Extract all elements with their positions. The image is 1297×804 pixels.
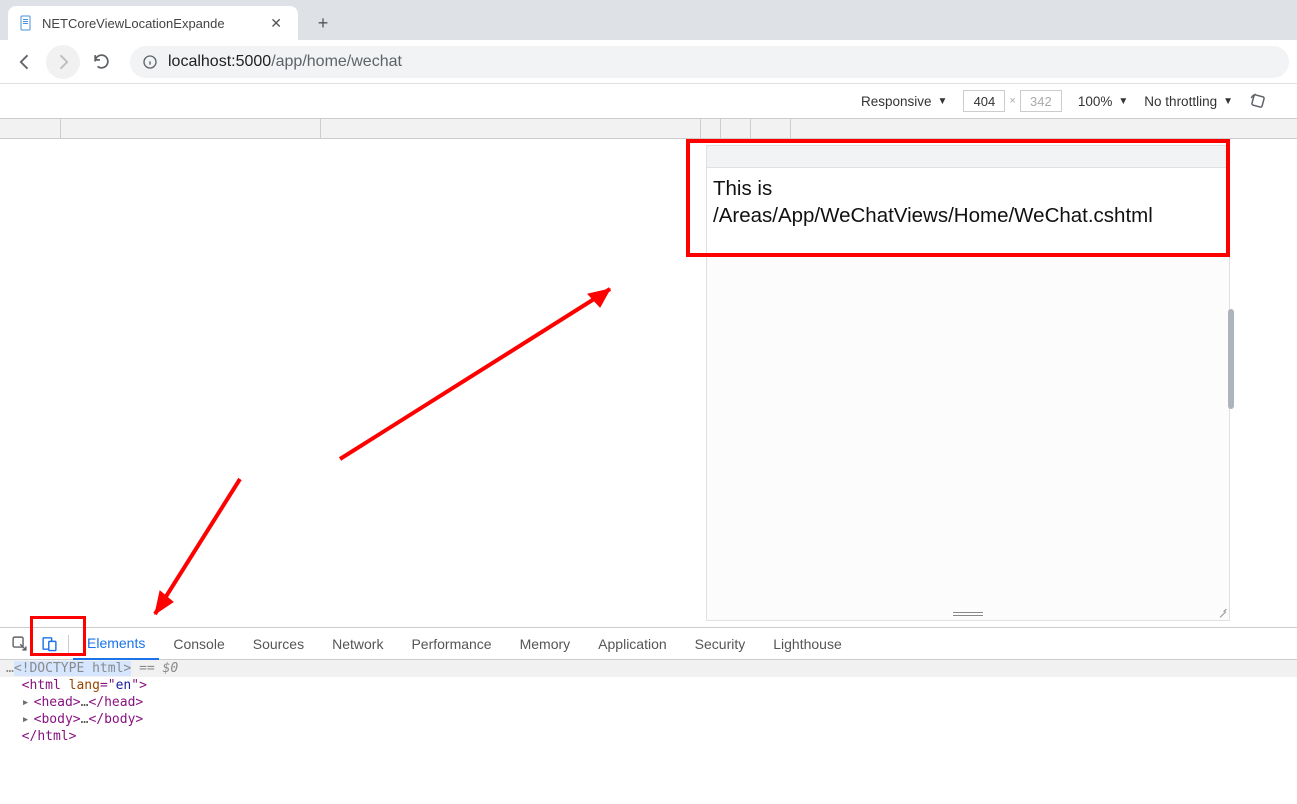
zoom-select[interactable]: 100% ▼ [1078,94,1128,109]
tab-title: NETCoreViewLocationExpande [42,16,264,31]
devtools-tab-memory[interactable]: Memory [506,628,585,660]
resize-handle-bottom[interactable] [953,612,983,618]
annotation-arrow-2 [140,469,260,627]
url-host: localhost:5000/app/home/wechat [168,53,402,71]
inspect-element-icon[interactable] [4,628,34,660]
dimension-times: × [1005,95,1019,107]
chevron-down-icon: ▼ [1118,96,1128,107]
dom-body[interactable]: ▸<body>…</body> [0,711,1297,728]
viewport-width-input[interactable] [963,90,1005,112]
devtools-elements-tree[interactable]: …<!DOCTYPE html> == $0 <html lang="en"> … [0,660,1297,804]
back-button[interactable] [8,45,42,79]
annotation-highlight-content [686,139,1230,257]
address-bar[interactable]: localhost:5000/app/home/wechat [130,46,1289,78]
device-toolbar: Responsive ▼ × 100% ▼ No throttling ▼ [0,84,1297,119]
site-info-icon[interactable] [142,54,158,70]
devtools-tabbar: Elements Console Sources Network Perform… [0,628,1297,660]
reload-button[interactable] [84,45,118,79]
emulated-viewport-area: This is /Areas/App/WeChatViews/Home/WeCh… [0,139,1297,627]
new-tab-button[interactable]: + [308,8,338,38]
devtools-tab-sources[interactable]: Sources [239,628,318,660]
devtools-panel: Elements Console Sources Network Perform… [0,627,1297,804]
scrollbar-vertical[interactable] [1228,309,1234,409]
dom-html-close[interactable]: </html> [0,728,1297,745]
device-mode-label: Responsive [861,94,932,109]
forward-button[interactable] [46,45,80,79]
browser-tab[interactable]: NETCoreViewLocationExpande ✕ [8,6,298,40]
separator [68,635,69,653]
dom-html-open[interactable]: <html lang="en"> [0,677,1297,694]
resize-handle-corner[interactable] [1217,608,1227,618]
dom-doctype[interactable]: …<!DOCTYPE html> == $0 [0,660,1297,677]
annotation-arrow-1 [330,269,630,469]
throttling-label: No throttling [1144,94,1217,109]
rotate-icon[interactable] [1249,92,1267,110]
browser-toolbar: localhost:5000/app/home/wechat [0,40,1297,84]
close-tab-icon[interactable]: ✕ [264,15,288,32]
devtools-tab-elements[interactable]: Elements [73,628,159,660]
devtools-tab-security[interactable]: Security [681,628,760,660]
chevron-down-icon: ▼ [1223,96,1233,107]
viewport-height-input[interactable] [1020,90,1062,112]
tab-favicon [18,15,34,31]
dom-head[interactable]: ▸<head>…</head> [0,694,1297,711]
zoom-label: 100% [1078,94,1113,109]
throttling-select[interactable]: No throttling ▼ [1144,94,1233,109]
chevron-down-icon: ▼ [938,96,948,107]
width-ruler [0,119,1297,139]
devtools-tab-lighthouse[interactable]: Lighthouse [759,628,856,660]
toggle-device-toolbar-icon[interactable] [34,628,64,660]
device-mode-select[interactable]: Responsive ▼ [861,94,947,109]
browser-tabbar: NETCoreViewLocationExpande ✕ + [0,0,1297,40]
devtools-tab-performance[interactable]: Performance [397,628,505,660]
devtools-tab-network[interactable]: Network [318,628,397,660]
devtools-tab-application[interactable]: Application [584,628,681,660]
devtools-tab-console[interactable]: Console [159,628,238,660]
